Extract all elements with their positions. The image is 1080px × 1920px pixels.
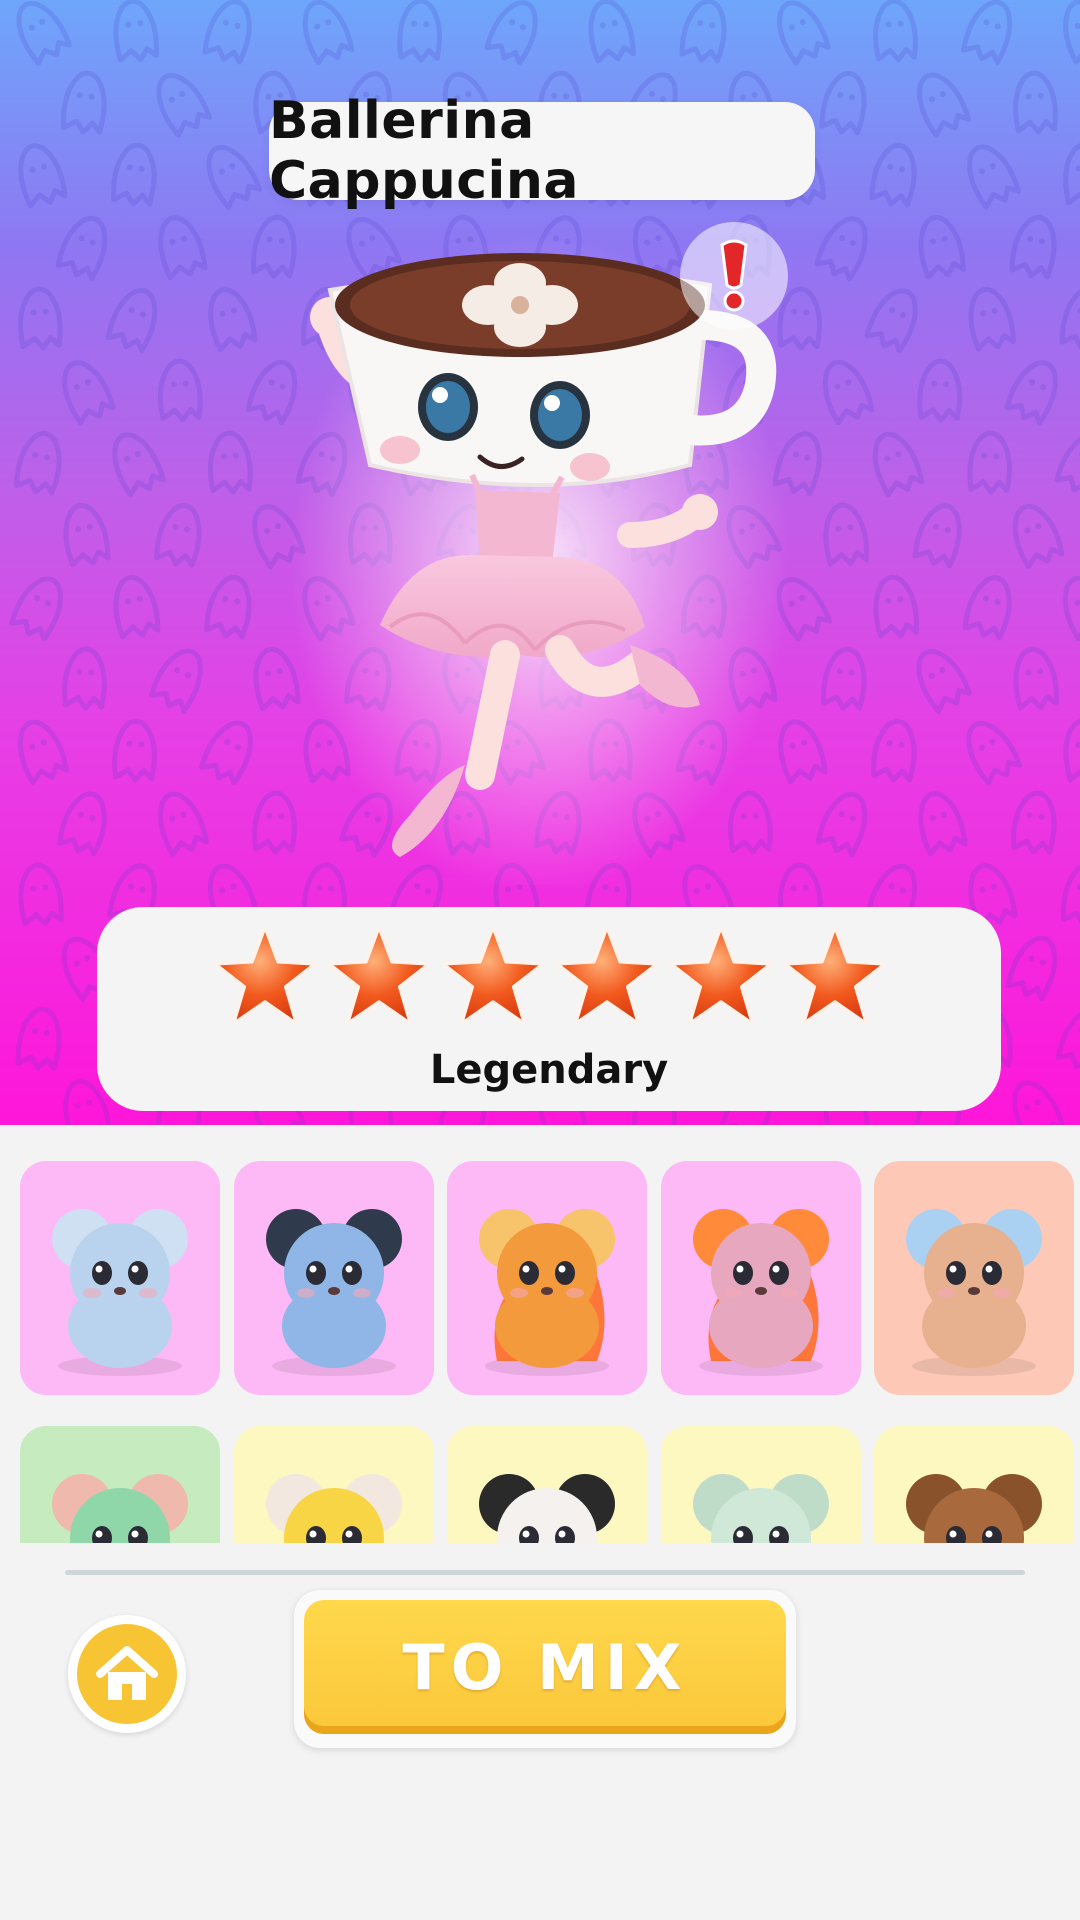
ice-fox-icon [906, 1209, 1042, 1376]
rarity-label: Legendary [429, 1047, 669, 1093]
collection-tile-green-mouse[interactable] [20, 1426, 220, 1543]
to-mix-label: TO MIX [402, 1630, 688, 1704]
green-mouse-icon [52, 1474, 188, 1543]
character-name-banner: Ballerina Cappucina [269, 91, 815, 211]
to-mix-button-frame: TO MIX [294, 1590, 796, 1748]
star-icon [555, 925, 659, 1026]
star-rating [211, 923, 889, 1035]
strawberry-chick-icon [265, 1474, 402, 1543]
star-icon [441, 925, 545, 1026]
exclamation-icon [720, 239, 748, 312]
star-icon [669, 925, 773, 1026]
star-icon [213, 925, 317, 1026]
fire-tiger-icon [479, 1209, 615, 1376]
character-showcase: Ballerina Cappucina Legendary [0, 0, 1080, 1125]
character-name: Ballerina Cappucina [269, 91, 579, 211]
character-collection-grid [0, 1125, 1080, 1543]
collection-tile-strawberry-chick[interactable] [233, 1426, 434, 1543]
tiger-cub-icon [479, 1474, 615, 1543]
fire-bird-icon [692, 1209, 829, 1376]
ice-mouse-icon [52, 1209, 188, 1376]
mint-mouse-icon [692, 1474, 829, 1543]
star-icon [783, 925, 887, 1026]
grid-divider [65, 1570, 1025, 1575]
ice-panda-icon [265, 1209, 402, 1376]
collection-tile-ice-fox[interactable] [874, 1161, 1074, 1395]
collection-tile-fire-tiger[interactable] [447, 1161, 647, 1395]
home-icon [96, 1646, 158, 1700]
info-alert-badge[interactable] [680, 222, 788, 330]
brown-bear-icon [906, 1474, 1042, 1543]
collection-tile-mint-mouse[interactable] [660, 1426, 861, 1543]
collection-tile-tiger-cub[interactable] [447, 1426, 647, 1543]
rarity-rating-card: Legendary [97, 907, 1001, 1111]
collection-tile-ice-mouse[interactable] [20, 1161, 220, 1395]
home-button-inner [77, 1624, 177, 1724]
collection-tile-fire-bird[interactable] [660, 1161, 861, 1395]
ballerina-cappuccino-character [290, 235, 790, 885]
collection-tile-ice-panda[interactable] [233, 1161, 434, 1395]
collection-tile-brown-bear[interactable] [874, 1426, 1074, 1543]
star-icon [327, 925, 431, 1026]
to-mix-button[interactable]: TO MIX [304, 1600, 786, 1734]
home-button[interactable] [68, 1615, 186, 1733]
